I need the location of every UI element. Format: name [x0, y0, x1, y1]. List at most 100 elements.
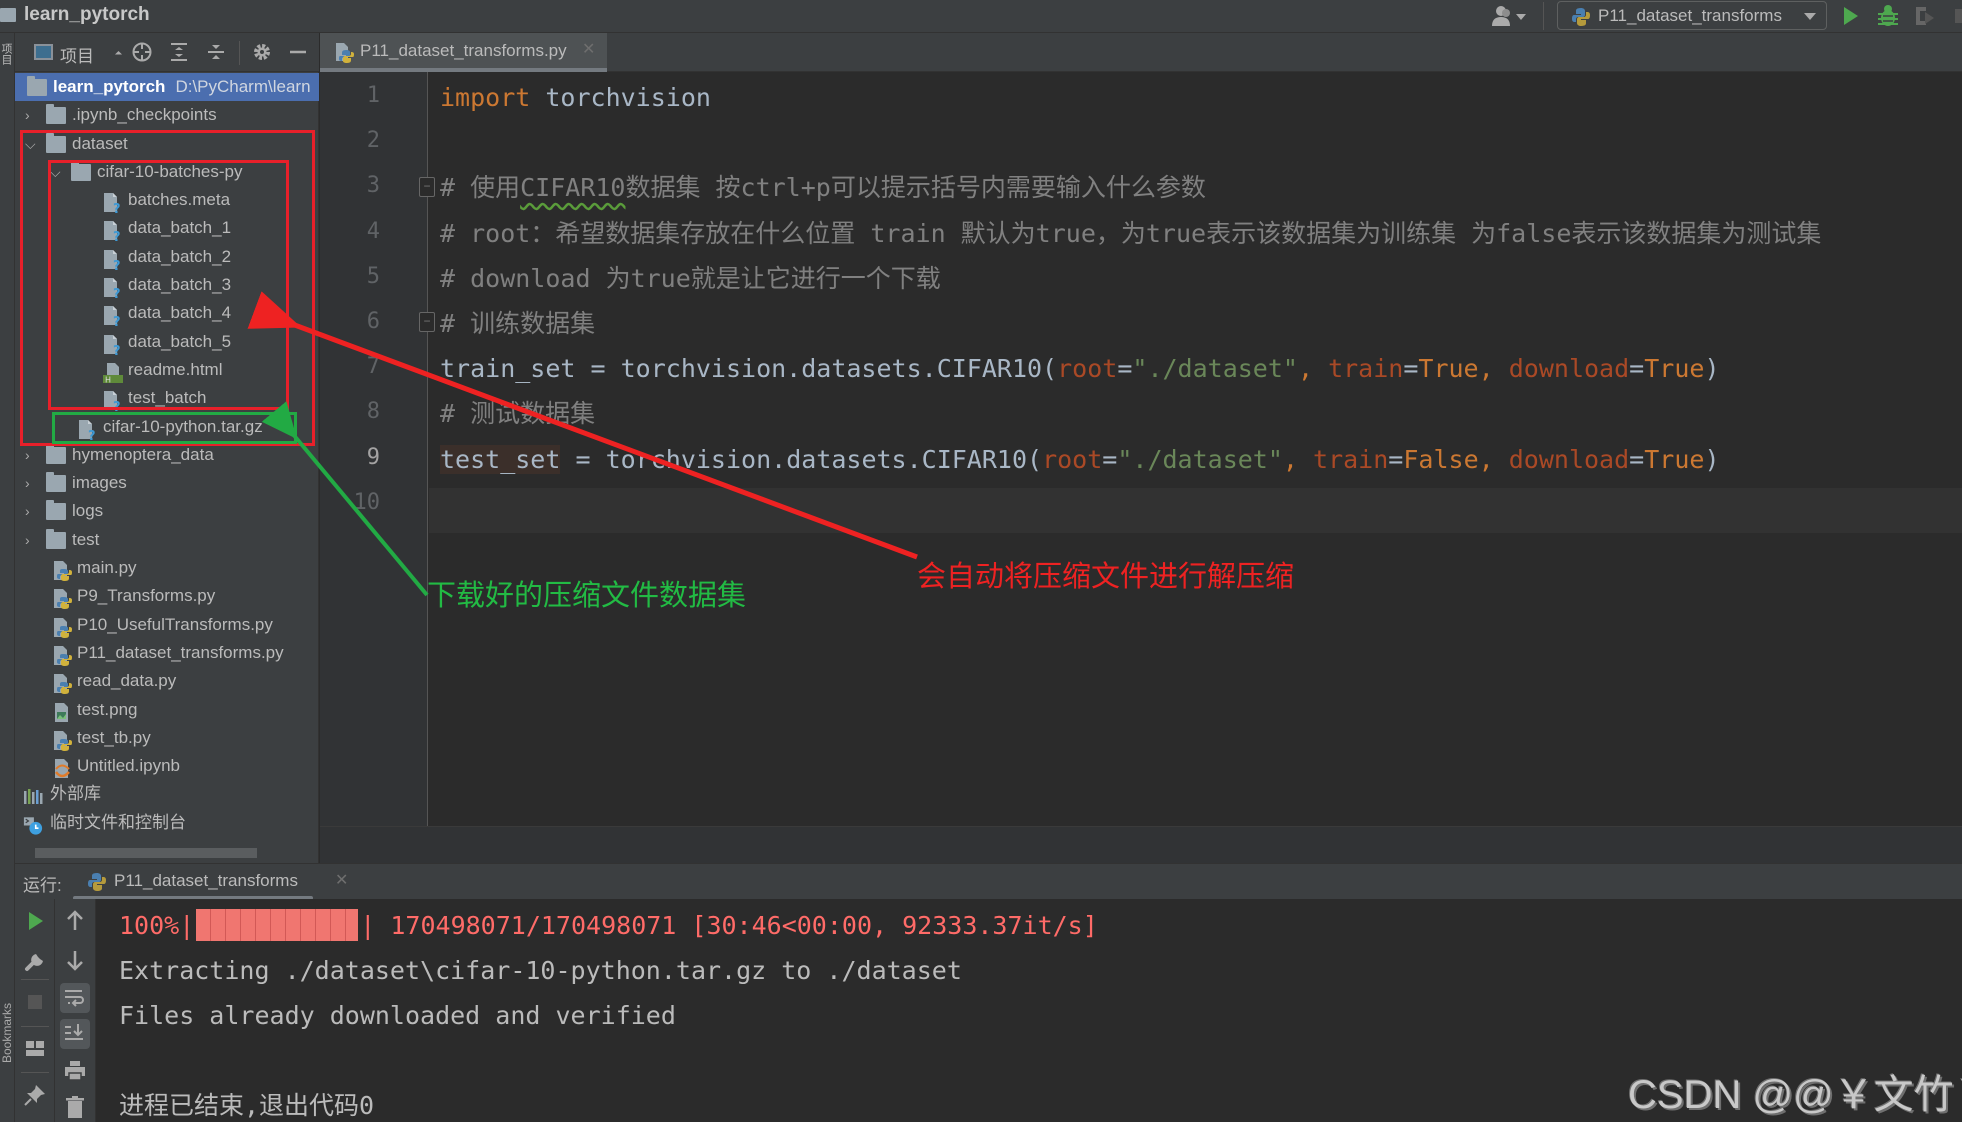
tree-folder[interactable]: › .ipynb_checkpoints [15, 101, 319, 129]
console-line: Files already downloaded and verified [119, 1001, 676, 1030]
coverage-button[interactable] [1912, 4, 1938, 28]
project-tool-button[interactable]: 项目 [0, 43, 14, 65]
python-icon [1572, 8, 1590, 26]
trash-icon [66, 1096, 84, 1118]
editor-tab-active[interactable]: P11_dataset_transforms.py ✕ [320, 33, 607, 72]
tree-root[interactable]: learn_pytorch D:\PyCharm\learn [15, 73, 319, 102]
scroll-to-end-toggle[interactable] [60, 1019, 90, 1049]
run-button[interactable] [1838, 4, 1864, 28]
tree-folder[interactable]: › images [15, 469, 319, 497]
clear-console-button[interactable] [61, 1093, 89, 1121]
tree-folder[interactable]: › hymenoptera_data [15, 441, 319, 469]
tree-file[interactable]: P10_UsefulTransforms.py [15, 611, 319, 639]
tree-file[interactable]: Untitled.ipynb [15, 752, 319, 780]
tree-file[interactable]: test_tb.py [15, 724, 319, 752]
line-number-gutter: 1 2 3 4 5 6 7 8 9 10 [320, 72, 428, 826]
tree-item-label: test_batch [128, 388, 207, 408]
hide-panel-button[interactable] [287, 41, 309, 63]
tree-file[interactable]: main.py [15, 554, 319, 582]
code-token: root [1057, 354, 1118, 384]
pin-tab-button[interactable] [21, 1081, 49, 1109]
tree-item-label: P10_UsefulTransforms.py [77, 614, 273, 634]
unknown-file-icon: ? [103, 192, 123, 217]
folder-icon [46, 500, 66, 521]
tree-file[interactable]: ? data_batch_5 [15, 328, 319, 359]
chevron-right-icon[interactable]: › [25, 526, 39, 554]
tree-file[interactable]: 临时文件和控制台 [15, 809, 319, 837]
process-exit-line: 进程已结束,退出代码0 [119, 1091, 375, 1120]
tree-file[interactable]: test.png [15, 696, 319, 724]
folder-icon [46, 528, 66, 549]
layout-button[interactable] [21, 1035, 49, 1063]
code-token: test_set [440, 444, 561, 474]
tree-file[interactable]: ? test_batch [15, 384, 319, 415]
edit-config-button[interactable] [21, 946, 49, 974]
collapse-all-button[interactable] [205, 41, 227, 63]
tree-file[interactable]: 外部库 [15, 780, 319, 808]
tree-folder[interactable]: › logs [15, 497, 319, 525]
tree-file[interactable]: ? data_batch_4 [15, 299, 319, 330]
chevron-right-icon[interactable]: › [25, 101, 39, 129]
close-tab-icon[interactable]: ✕ [335, 870, 348, 890]
chevron-right-icon[interactable]: › [25, 469, 39, 497]
folder-icon [27, 76, 47, 96]
horizontal-scrollbar[interactable] [35, 848, 257, 858]
tree-folder[interactable]: ⌵ cifar-10-batches-py [15, 158, 319, 186]
bookmarks-tool-button[interactable]: Bookmarks [0, 1003, 14, 1063]
print-button[interactable] [61, 1057, 89, 1085]
project-settings-button[interactable] [251, 41, 273, 63]
chevron-down-icon [1804, 13, 1816, 20]
tree-file[interactable]: ? cifar-10-python.tar.gz [15, 413, 319, 444]
fold-collapse-icon[interactable]: − [419, 177, 435, 197]
line-number: 9 [366, 444, 380, 470]
tree-file[interactable]: P9_Transforms.py [15, 582, 319, 610]
tree-file[interactable]: ? data_batch_1 [15, 214, 319, 245]
tree-file[interactable]: ? data_batch_2 [15, 243, 319, 274]
vcs-user-button[interactable] [1490, 4, 1532, 28]
expand-all-button[interactable] [168, 41, 190, 63]
rerun-button[interactable] [21, 907, 49, 935]
debug-button[interactable] [1875, 4, 1901, 28]
scroll-down-button[interactable] [61, 946, 89, 974]
code-token: 数据集 按ctrl+p可以提示括号内需要输入什么参数 [625, 173, 1206, 203]
tree-folder[interactable]: ⌵ dataset [15, 130, 319, 158]
folder-icon [0, 8, 16, 22]
tree-file[interactable]: Hreadme.html [15, 356, 319, 384]
chevron-down-icon[interactable]: ⌵ [25, 130, 39, 158]
toolbar-separator [21, 1026, 49, 1027]
project-title[interactable]: learn_pytorch [24, 4, 150, 26]
close-tab-icon[interactable]: ✕ [582, 39, 595, 59]
collapse-all-icon [208, 45, 224, 59]
stop-button[interactable] [21, 988, 49, 1016]
project-view-selector[interactable]: 项目 [60, 42, 94, 67]
run-tab[interactable]: P11_dataset_transforms ✕ [73, 864, 348, 900]
tree-item-label: data_batch_1 [128, 218, 232, 238]
code-token: ) [1704, 444, 1720, 474]
code-token: torchvision [530, 83, 711, 112]
tree-file[interactable]: read_data.py [15, 667, 319, 695]
tree-file[interactable]: ? batches.meta [15, 186, 319, 217]
run-config-selector[interactable]: P11_dataset_transforms [1557, 1, 1827, 30]
tree-file[interactable]: ? data_batch_3 [15, 271, 319, 302]
folder-icon [46, 443, 66, 464]
chevron-down-icon[interactable]: ⌵ [50, 158, 64, 186]
external-libraries-icon [23, 786, 43, 805]
fold-end-icon[interactable]: − [419, 312, 435, 332]
stop-button[interactable] [1946, 4, 1962, 28]
code-line: test_set = torchvision.datasets.CIFAR10(… [440, 437, 1720, 482]
chevron-right-icon[interactable]: › [25, 441, 39, 469]
chevron-right-icon[interactable]: › [25, 497, 39, 525]
user-icon [1492, 6, 1526, 26]
code-token: = [1629, 354, 1645, 384]
wrench-icon [25, 954, 43, 971]
tree-file[interactable]: P11_dataset_transforms.py [15, 639, 319, 667]
tree-folder[interactable]: › test [15, 526, 319, 554]
chevron-down-icon [114, 50, 123, 59]
soft-wrap-toggle[interactable] [60, 983, 90, 1013]
project-panel: 项目 learn_pytorch D:\PyCharm\learn › .ipy… [15, 33, 319, 863]
code-editor[interactable]: 1 2 3 4 5 6 7 8 9 10 − − import torchvision # 使用CI… [320, 72, 1962, 826]
stop-icon [1955, 9, 1962, 23]
scroll-up-button[interactable] [61, 907, 89, 935]
tree-item-label: batches.meta [128, 190, 231, 210]
locate-file-button[interactable] [131, 41, 153, 63]
